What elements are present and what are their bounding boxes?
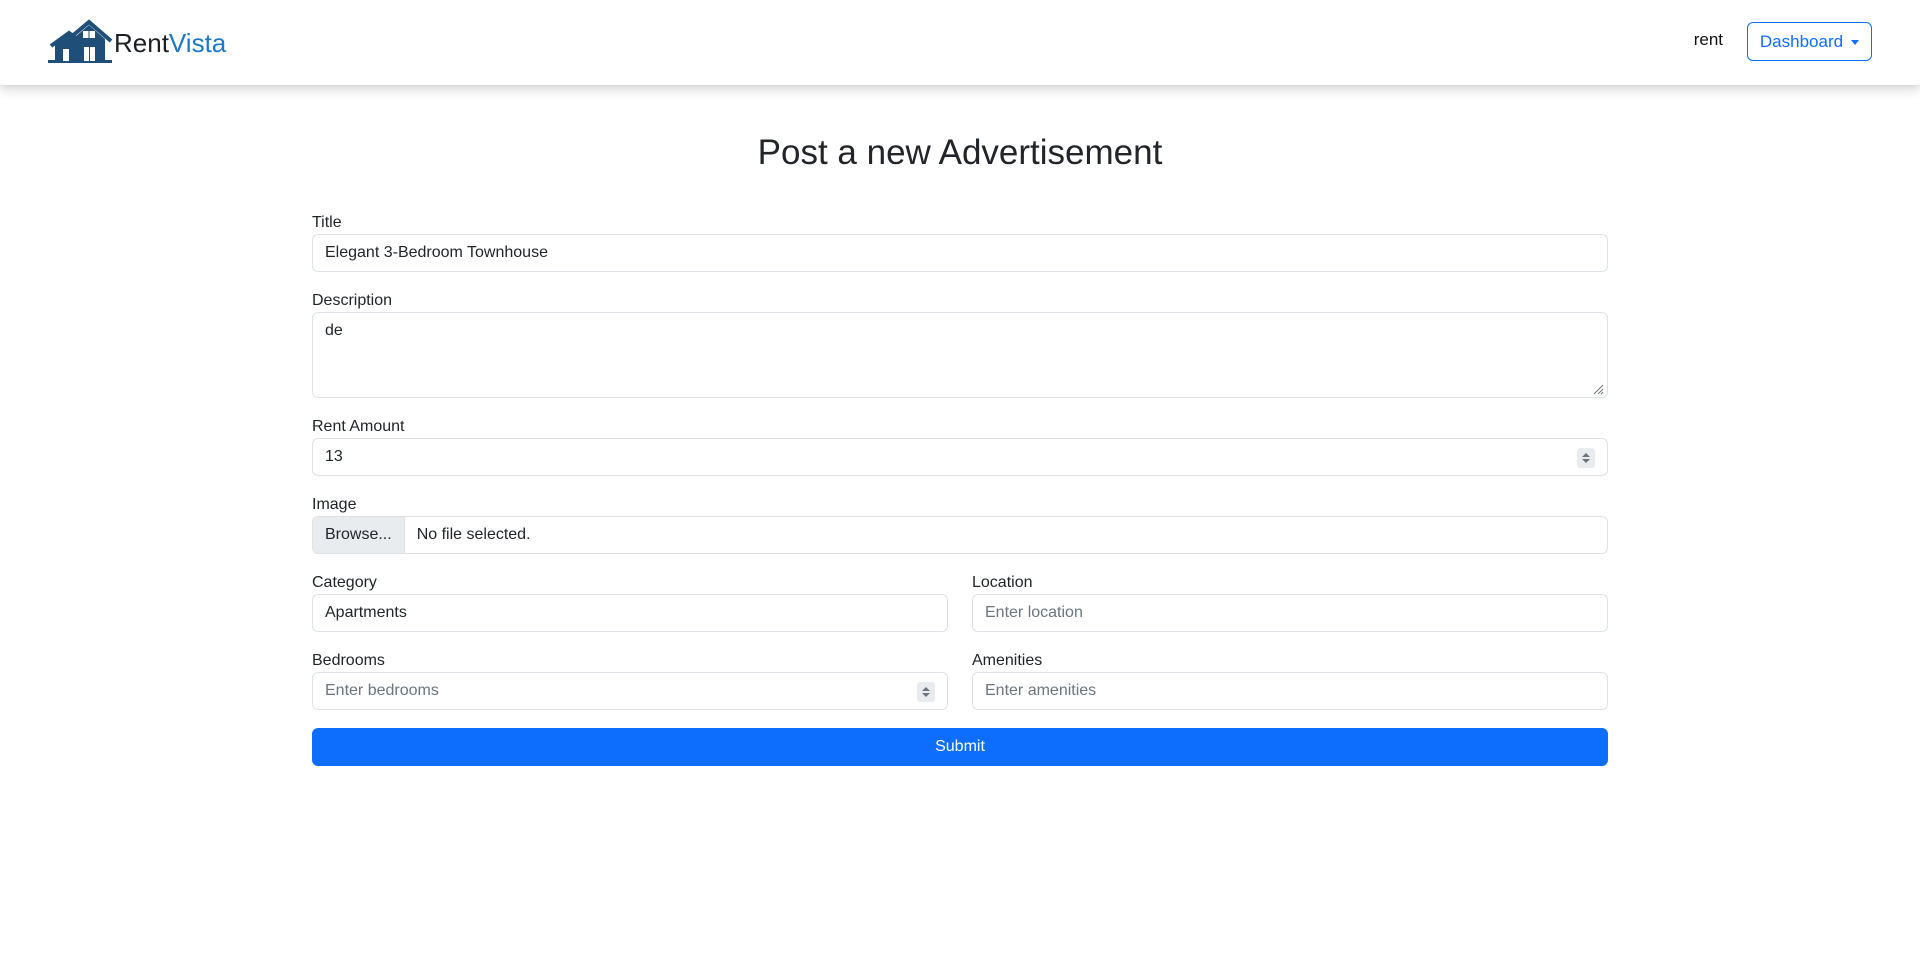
description-group: Description de xyxy=(312,290,1608,398)
location-group: Location Enter location xyxy=(972,572,1608,632)
rent-amount-value: 13 xyxy=(325,448,343,465)
image-file-input[interactable]: Browse... No file selected. xyxy=(312,516,1608,554)
spin-down-icon[interactable] xyxy=(1582,459,1590,463)
brand-name-vista: Vista xyxy=(168,28,227,58)
description-textarea[interactable]: de xyxy=(312,312,1608,398)
house-logo-icon xyxy=(47,19,114,65)
dashboard-dropdown-label: Dashboard xyxy=(1759,31,1844,51)
category-label: Category xyxy=(312,574,377,591)
rent-amount-spinner[interactable] xyxy=(1577,448,1595,468)
image-label: Image xyxy=(312,496,357,513)
title-input[interactable]: Elegant 3-Bedroom Townhouse xyxy=(312,234,1608,272)
title-group: Title Elegant 3-Bedroom Townhouse xyxy=(312,212,1608,272)
location-input[interactable]: Enter location xyxy=(972,594,1608,632)
spin-up-icon[interactable] xyxy=(1582,453,1590,457)
amenities-placeholder: Enter amenities xyxy=(985,682,1097,699)
nav-user-link[interactable]: rent xyxy=(1694,30,1723,50)
bedrooms-input[interactable]: Enter bedrooms xyxy=(312,672,948,710)
dashboard-dropdown-button[interactable]: Dashboard xyxy=(1747,22,1872,61)
brand-name-rent: Rent xyxy=(114,28,169,58)
amenities-input[interactable]: Enter amenities xyxy=(972,672,1608,710)
location-placeholder: Enter location xyxy=(985,604,1083,621)
bedrooms-group: Bedrooms Enter bedrooms xyxy=(312,650,948,710)
file-status-text: No file selected. xyxy=(416,526,531,543)
title-label: Title xyxy=(312,214,342,231)
category-group: Category Apartments xyxy=(312,572,948,632)
spin-down-icon[interactable] xyxy=(922,693,930,697)
amenities-group: Amenities Enter amenities xyxy=(972,650,1608,710)
caret-down-icon xyxy=(1851,40,1860,45)
description-label: Description xyxy=(312,292,393,309)
category-input-value: Apartments xyxy=(325,604,407,621)
rent-amount-input[interactable]: 13 xyxy=(312,438,1608,476)
rent-amount-label: Rent Amount xyxy=(312,418,405,435)
bedrooms-spinner[interactable] xyxy=(917,682,935,702)
image-group: Image Browse... No file selected. xyxy=(312,494,1608,554)
category-input[interactable]: Apartments xyxy=(312,594,948,632)
description-textarea-value: de xyxy=(325,322,343,339)
title-input-value: Elegant 3-Bedroom Townhouse xyxy=(325,244,548,261)
bedrooms-placeholder: Enter bedrooms xyxy=(325,682,439,699)
bedrooms-label: Bedrooms xyxy=(312,652,385,669)
navbar: RentVista rent Dashboard xyxy=(0,0,1920,85)
browse-button[interactable]: Browse... xyxy=(313,517,405,553)
page-title: Post a new Advertisement xyxy=(757,133,1163,172)
amenities-label: Amenities xyxy=(972,652,1043,669)
brand-name: RentVista xyxy=(114,18,226,66)
submit-button[interactable]: Submit xyxy=(312,728,1608,766)
resize-grip-icon[interactable] xyxy=(1592,382,1604,395)
rent-amount-group: Rent Amount 13 xyxy=(312,416,1608,476)
brand-link[interactable]: RentVista xyxy=(47,19,226,65)
location-label: Location xyxy=(972,574,1033,591)
spin-up-icon[interactable] xyxy=(922,687,930,691)
